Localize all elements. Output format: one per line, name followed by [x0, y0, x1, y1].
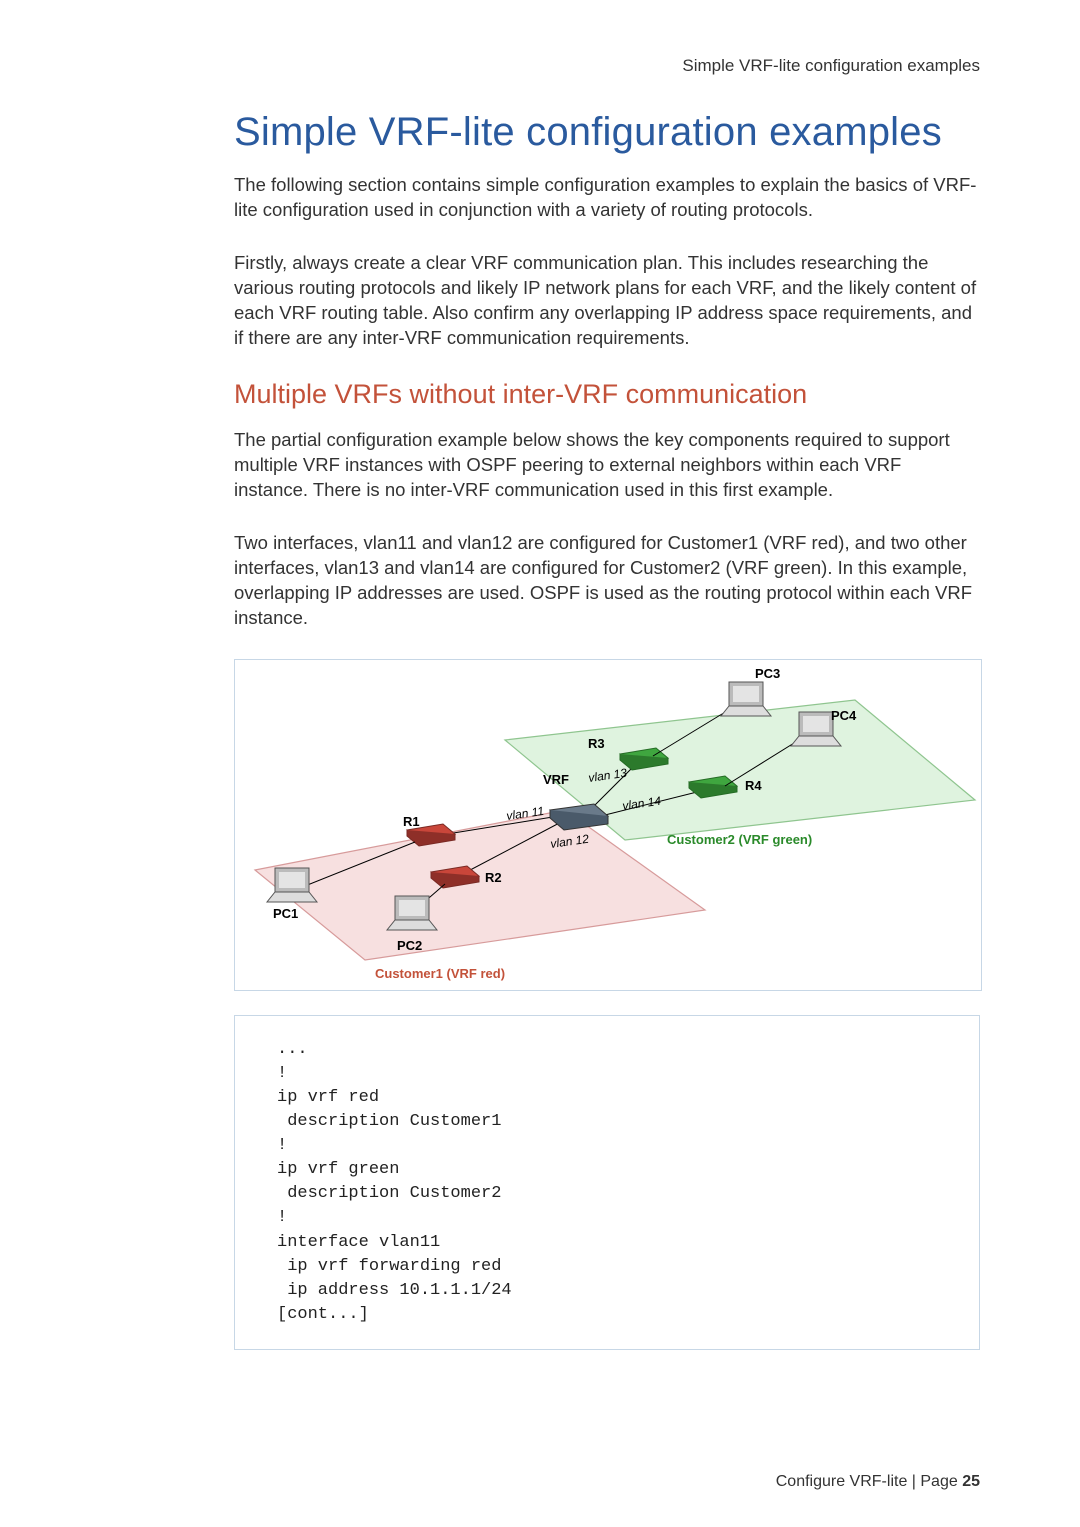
page-footer: Configure VRF-lite | Page 25 [776, 1473, 980, 1491]
section-heading: Multiple VRFs without inter-VRF communic… [234, 379, 980, 410]
pc3-icon [721, 682, 771, 716]
r1-label: R1 [403, 814, 420, 829]
page-title: Simple VRF-lite configuration examples [234, 110, 980, 155]
running-header: Simple VRF-lite configuration examples [234, 56, 980, 76]
pc2-label: PC2 [397, 938, 422, 953]
intro-paragraph-2: Firstly, always create a clear VRF commu… [234, 251, 980, 351]
customer2-caption: Customer2 (VRF green) [667, 832, 812, 847]
pc1-label: PC1 [273, 906, 298, 921]
pc2-icon [387, 896, 437, 930]
footer-page-number: 25 [962, 1473, 980, 1490]
pc4-label: PC4 [831, 708, 857, 723]
vrf-label: VRF [543, 772, 569, 787]
footer-text: Configure VRF-lite | Page [776, 1473, 962, 1490]
vrf-switch-icon [550, 804, 608, 830]
r3-label: R3 [588, 736, 605, 751]
section-paragraph-1: The partial configuration example below … [234, 428, 980, 503]
r4-label: R4 [745, 778, 762, 793]
r2-label: R2 [485, 870, 502, 885]
page: Simple VRF-lite configuration examples S… [0, 0, 1080, 1527]
pc1-icon [267, 868, 317, 902]
config-code-block: ... ! ip vrf red description Customer1 !… [234, 1015, 980, 1351]
customer1-caption: Customer1 (VRF red) [375, 966, 505, 981]
pc3-label: PC3 [755, 666, 780, 681]
network-diagram: VRF R1 R2 R3 R4 [234, 659, 982, 991]
intro-paragraph-1: The following section contains simple co… [234, 173, 980, 223]
section-paragraph-2: Two interfaces, vlan11 and vlan12 are co… [234, 531, 980, 631]
